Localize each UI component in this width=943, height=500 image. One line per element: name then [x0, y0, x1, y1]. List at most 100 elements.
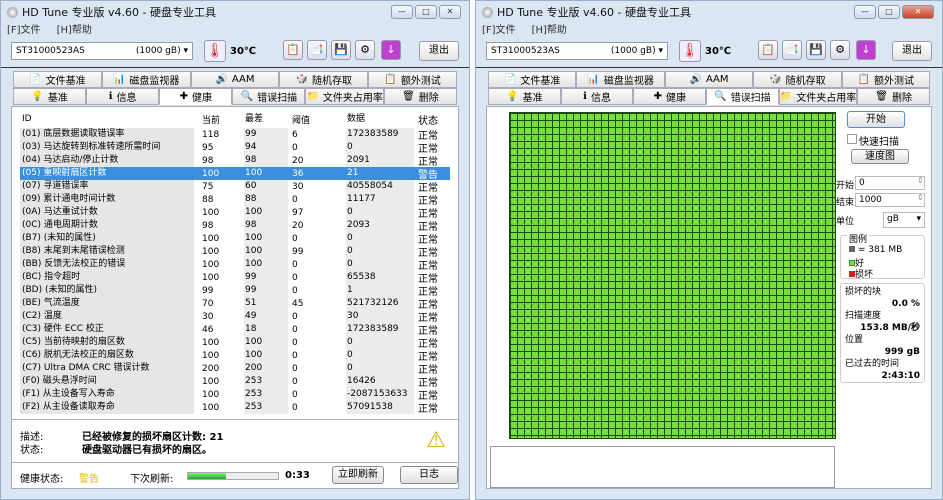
tab-disk-monitor[interactable]: 📊 磁盘监视器	[576, 71, 665, 88]
copy-text-icon[interactable]: 📋	[283, 40, 303, 60]
maximize-button[interactable]: □	[878, 5, 900, 19]
tab-benchmark[interactable]: 💡 基准	[13, 88, 87, 105]
close-button[interactable]: ✕	[439, 5, 461, 19]
copy-screenshot-icon[interactable]: 📑	[307, 40, 327, 60]
save-icon[interactable]: 💾	[331, 40, 351, 60]
minimize-button[interactable]: —	[854, 5, 876, 19]
table-row[interactable]: (03) 马达旋转到标准转速所需时间 95 94 0 0 正常	[20, 141, 450, 155]
cell: 0	[346, 362, 414, 375]
table-row[interactable]: (BC) 指令超时 100 99 0 65538 正常	[20, 271, 450, 285]
tab-info[interactable]: ℹ 信息	[86, 88, 160, 105]
tab-health[interactable]: ✚ 健康	[159, 88, 233, 105]
menu-help[interactable]: [H]帮助	[57, 21, 92, 36]
download-icon[interactable]: ↓	[381, 40, 401, 60]
table-row[interactable]: (01) 底层数据读取错误率 118 99 6 172383589 正常	[20, 128, 450, 142]
menu-help[interactable]: [H]帮助	[532, 21, 567, 36]
start-button[interactable]: 开始	[847, 111, 905, 128]
tab-random-access[interactable]: 🎲 随机存取	[753, 71, 842, 88]
cell: 100	[244, 245, 288, 258]
error-scan-icon: 🔍	[240, 91, 254, 102]
column-header[interactable]: ID	[20, 113, 194, 126]
save-icon[interactable]: 💾	[806, 40, 826, 60]
column-header[interactable]: 数据	[346, 113, 414, 126]
cell: 20	[292, 155, 304, 166]
cell: 98	[202, 220, 214, 231]
cell: (B7) (未知的属性)	[20, 232, 194, 245]
table-row[interactable]: (C6) 脱机无法校正的扇区数 100 100 0 0 正常	[20, 349, 450, 363]
table-row[interactable]: (C3) 硬件 ECC 校正 46 18 0 172383589 正常	[20, 323, 450, 337]
table-row[interactable]: (0C) 通电周期计数 98 98 20 2093 正常	[20, 219, 450, 233]
drive-select[interactable]: ST31000523AS (1000 gB) ▾	[11, 42, 193, 60]
spinner-icon[interactable]: ⇕	[917, 193, 924, 202]
tab-disk-monitor[interactable]: 📊 磁盘监视器	[101, 71, 191, 88]
copy-screenshot-icon[interactable]: 📑	[782, 40, 802, 60]
cell: (04) 马达启动/停止计数	[20, 154, 194, 167]
tab-aam[interactable]: 🔊 AAM	[664, 71, 754, 88]
unit-select[interactable]: gB ▾	[883, 212, 925, 228]
quick-scan-checkbox[interactable]: 快速扫描	[847, 133, 899, 148]
table-row[interactable]: (B8) 末尾到末尾错误检测 100 100 99 0 正常	[20, 245, 450, 259]
tab-file-benchmark[interactable]: 📄 文件基准	[488, 71, 577, 88]
tab-info[interactable]: ℹ 信息	[560, 88, 634, 105]
tab-error-scan[interactable]: 🔍 错误扫描	[232, 88, 306, 105]
end-input[interactable]: 1000	[855, 193, 925, 207]
tab-extra-tests[interactable]: 📋 额外测试	[368, 71, 457, 88]
options-icon[interactable]: ⚙	[830, 40, 850, 60]
menu-file[interactable]: [F]文件	[7, 21, 41, 36]
tab-label: 删除	[418, 93, 439, 104]
column-header[interactable]: 状态	[418, 112, 438, 127]
table-row[interactable]: (C2) 温度 30 49 0 30 正常	[20, 310, 450, 324]
thermometer-icon[interactable]: 🌡	[204, 40, 226, 62]
close-button[interactable]: ✕	[902, 5, 934, 19]
table-row[interactable]: (BD) (未知的属性) 99 99 0 1 正常	[20, 284, 450, 298]
cell: 1	[346, 284, 414, 297]
tab-folder-usage[interactable]: 📁 文件夹占用率	[305, 88, 384, 105]
cell: 20	[292, 220, 304, 231]
table-row[interactable]: (B7) (未知的属性) 100 100 0 0 正常	[20, 232, 450, 246]
tab-random-access[interactable]: 🎲 随机存取	[279, 71, 369, 88]
column-header[interactable]: 最差	[244, 113, 288, 126]
table-row[interactable]: (F1) 从主设备写入寿命 100 253 0 -2087153633 正常	[20, 388, 450, 402]
tab-erase[interactable]: 🗑 删除	[857, 88, 930, 105]
start-input[interactable]: 0	[855, 176, 925, 190]
maximize-button[interactable]: □	[415, 5, 437, 19]
table-row[interactable]: (BE) 气流温度 70 51 45 521732126 正常	[20, 297, 450, 311]
exit-button[interactable]: 退出	[419, 41, 459, 61]
thermometer-icon[interactable]: 🌡	[679, 40, 701, 62]
copy-text-icon[interactable]: 📋	[758, 40, 778, 60]
scan-stats: 损坏的块 0.0 % 扫描速度 153.8 MB/秒 位置 999 gB 已过去的时间…	[840, 283, 925, 383]
health-icon: ✚	[179, 91, 188, 102]
spinner-icon[interactable]: ⇕	[917, 176, 924, 185]
tab-error-scan[interactable]: 🔍 错误扫描	[706, 88, 779, 105]
options-icon[interactable]: ⚙	[355, 40, 375, 60]
tab-extra-tests[interactable]: 📋 额外测试	[841, 71, 931, 88]
drive-name: ST31000523AS	[491, 46, 560, 56]
table-row[interactable]: (C5) 当前待映射的扇区数 100 100 0 0 正常	[20, 336, 450, 350]
minimize-button[interactable]: —	[391, 5, 413, 19]
table-row[interactable]: (F0) 磁头悬浮时间 100 253 0 16426 正常	[20, 375, 450, 389]
tab-benchmark[interactable]: 💡 基准	[488, 88, 561, 105]
table-row[interactable]: (04) 马达启动/停止计数 98 98 20 2091 正常	[20, 154, 450, 168]
checkbox-box[interactable]	[847, 134, 857, 144]
table-row[interactable]: (09) 累计通电时间计数 88 88 0 11177 正常	[20, 193, 450, 207]
tab-file-benchmark[interactable]: 📄 文件基准	[13, 71, 102, 88]
tab-health[interactable]: ✚ 健康	[633, 88, 707, 105]
menu-file[interactable]: [F]文件	[482, 21, 516, 36]
table-row[interactable]: (C7) Ultra DMA CRC 错误计数 200 200 0 0 正常	[20, 362, 450, 376]
column-header[interactable]: 当前	[202, 113, 220, 126]
tab-erase[interactable]: 🗑 删除	[383, 88, 457, 105]
log-button[interactable]: 日志	[400, 466, 458, 484]
column-header[interactable]: 阈值	[292, 113, 310, 126]
table-row[interactable]: (0A) 马达重试计数 100 100 97 0 正常	[20, 206, 450, 220]
table-row[interactable]: (BB) 反馈无法校正的错误 100 100 0 0 正常	[20, 258, 450, 272]
exit-button[interactable]: 退出	[892, 41, 932, 61]
table-row[interactable]: (F2) 从主设备读取寿命 100 253 0 57091538 正常	[20, 401, 450, 415]
download-icon[interactable]: ↓	[856, 40, 876, 60]
refresh-now-button[interactable]: 立即刷新	[332, 466, 384, 484]
tab-folder-usage[interactable]: 📁 文件夹占用率	[778, 88, 858, 105]
table-row[interactable]: (07) 寻道错误率 75 60 30 40558054 正常	[20, 180, 450, 194]
table-row[interactable]: (05) 重映射扇区计数 100 100 36 21 警告	[20, 167, 450, 181]
drive-select[interactable]: ST31000523AS (1000 gB) ▾	[486, 42, 668, 60]
speed-map-button[interactable]: 速度图	[851, 149, 909, 164]
tab-aam[interactable]: 🔊 AAM	[190, 71, 280, 88]
